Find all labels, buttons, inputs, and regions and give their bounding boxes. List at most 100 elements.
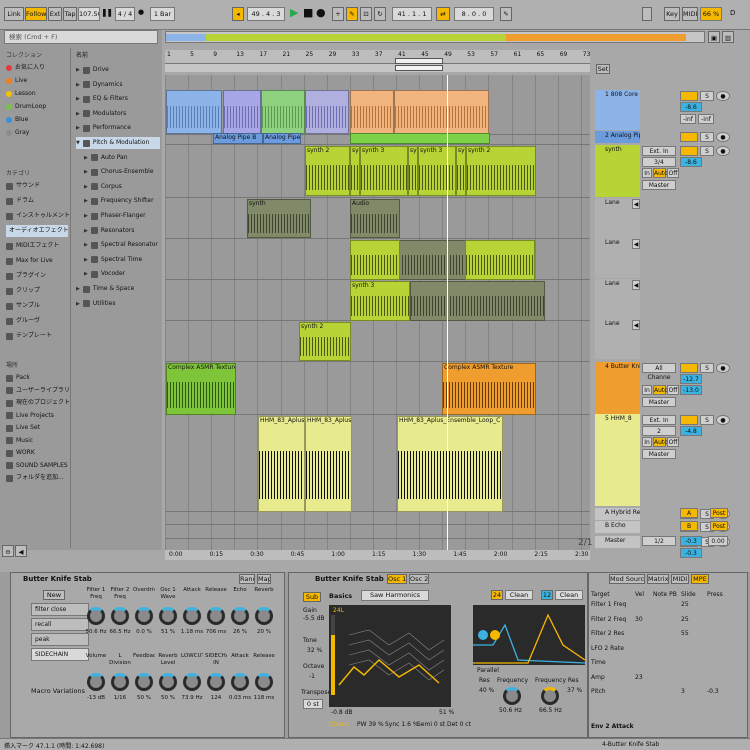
solo-button[interactable]: S — [700, 91, 714, 101]
play-icon[interactable]: ▶ — [290, 6, 298, 19]
tempo-field[interactable]: 107.50 — [78, 7, 100, 21]
clip[interactable] — [223, 90, 261, 134]
clip[interactable]: Analog Pipe Bass — [263, 133, 301, 144]
filter-display[interactable] — [473, 605, 586, 665]
volume-field[interactable]: -8.6 — [680, 102, 702, 112]
loop-button[interactable]: ⇄ — [436, 7, 450, 21]
expand-arrow-icon[interactable]: ▶ — [84, 225, 88, 237]
wavetable-display[interactable]: 24L — [329, 605, 451, 707]
clip[interactable]: HHM_83_Aplus_Es — [258, 416, 305, 512]
clip[interactable] — [166, 90, 222, 134]
input-type-select[interactable]: Ext. In — [642, 146, 676, 156]
solo-button[interactable]: S — [700, 146, 714, 156]
punch-button[interactable]: ⊡ — [360, 7, 372, 21]
browser-item[interactable]: ▶ Resonators — [84, 225, 134, 237]
arm-button[interactable]: ● — [716, 415, 730, 425]
track-activator[interactable] — [680, 132, 698, 142]
clip[interactable] — [465, 240, 535, 280]
browser-back-button[interactable]: ◀ — [15, 545, 27, 557]
res2-value[interactable]: 37 % — [567, 687, 582, 694]
clip[interactable]: synth 2 — [305, 146, 350, 196]
macro-value[interactable]: 20 % — [252, 629, 276, 635]
ext-button[interactable]: Ext — [48, 7, 62, 21]
solo-button[interactable]: S — [700, 363, 714, 373]
pencil-button[interactable]: ✎ — [500, 7, 512, 21]
browser-item[interactable]: ▶ Drive — [76, 64, 109, 76]
macro-knob[interactable] — [255, 673, 273, 691]
track-header[interactable]: 5 HHM_8 — [595, 414, 640, 506]
expand-arrow-icon[interactable]: ▼ — [76, 137, 80, 149]
browser-item[interactable]: ▶ Frequency Shifter — [84, 195, 154, 207]
macro-value[interactable]: 118 ms — [252, 695, 276, 701]
clip[interactable]: synth 3 — [350, 281, 410, 321]
set-button[interactable]: Set — [596, 64, 610, 74]
det-value[interactable]: Det 0 ct — [447, 721, 471, 728]
semi-value[interactable]: Semi 0 st — [417, 721, 445, 728]
browser-item[interactable]: ▶ Modulators — [76, 108, 126, 120]
mpe-vel[interactable]: 30 — [635, 616, 643, 623]
freq2-knob[interactable] — [541, 687, 559, 705]
overview-button-2[interactable]: ▥ — [722, 31, 734, 43]
draw-mode-button[interactable]: ✎ — [346, 7, 358, 21]
collection-item[interactable]: Blue — [6, 114, 28, 126]
category-item[interactable]: オーディオエフェクト — [6, 225, 69, 237]
filter1-on[interactable]: 24 — [491, 590, 503, 600]
arm-button[interactable]: ● — [716, 132, 730, 142]
browser-item[interactable]: ▶ EQ & Filters — [76, 93, 128, 105]
clip[interactable]: synth 2 — [466, 146, 536, 196]
filter2-on[interactable]: 12 — [541, 590, 553, 600]
clip[interactable] — [394, 90, 489, 134]
metronome-dot-icon[interactable]: ● — [138, 8, 144, 16]
mod-tab[interactable]: MPE — [691, 574, 709, 584]
post-button[interactable]: Post — [710, 508, 728, 518]
master-pan-field[interactable]: 0.00 — [708, 536, 728, 546]
collection-item[interactable]: Lesson — [6, 88, 36, 100]
clip[interactable]: sy — [350, 146, 360, 196]
clip[interactable] — [350, 240, 400, 280]
place-item[interactable]: Music — [6, 435, 33, 447]
rand-button[interactable]: Rand — [239, 574, 255, 584]
return-button[interactable]: A — [680, 508, 698, 518]
browser-item[interactable]: ▶ Vocoder — [84, 268, 125, 280]
clip[interactable] — [261, 90, 305, 134]
monitor-off-button[interactable]: Off — [667, 437, 679, 447]
freq2-value[interactable]: 66.5 Hz — [539, 707, 562, 714]
follow-button[interactable]: Follow — [25, 7, 47, 21]
collection-item[interactable]: DrumLoop — [6, 101, 46, 113]
expand-arrow-icon[interactable]: ▶ — [84, 210, 88, 222]
lane-toggle[interactable]: ◀ — [632, 239, 640, 249]
harmonics-select[interactable]: Saw Harmonics — [361, 590, 429, 601]
macro-knob[interactable] — [111, 673, 129, 691]
transpose-field[interactable]: 0 st — [303, 699, 323, 709]
expand-arrow-icon[interactable]: ▶ — [76, 64, 80, 76]
track-activator[interactable] — [680, 363, 698, 373]
pw-value[interactable]: PW 39 % — [357, 721, 384, 728]
expand-arrow-icon[interactable]: ▶ — [76, 79, 80, 91]
macro-knob[interactable] — [231, 673, 249, 691]
new-variation-button[interactable]: New — [43, 590, 65, 600]
osc1-tab[interactable]: Osc 1 — [387, 574, 407, 584]
macro-value[interactable]: -13 dB — [84, 695, 108, 701]
stop-icon[interactable]: ■ — [303, 6, 313, 19]
expand-arrow-icon[interactable]: ▶ — [84, 239, 88, 251]
macro-value[interactable]: 50 % — [132, 695, 156, 701]
category-item[interactable]: クリップ — [6, 285, 40, 297]
category-item[interactable]: MIDIエフェクト — [6, 240, 59, 252]
mod-tab[interactable]: Mod Sources — [609, 574, 645, 584]
macro-knob[interactable] — [135, 673, 153, 691]
expand-arrow-icon[interactable]: ▶ — [84, 152, 88, 164]
classic-select[interactable]: Classic — [329, 721, 350, 728]
send-a-field[interactable]: -inf — [680, 114, 696, 124]
macro-value[interactable]: 0.0 % — [132, 629, 156, 635]
clip[interactable]: synth 3 — [418, 146, 456, 196]
input-channel-select[interactable]: 3/4 — [642, 157, 676, 167]
arrangement-lanes[interactable]: Analog Pipe BAnalog Pipe BassAlAnalsynth… — [165, 75, 590, 551]
place-item[interactable]: ユーザーライブラリ — [6, 385, 70, 397]
scroll-bar[interactable] — [165, 64, 590, 72]
monitor-off-button[interactable]: Off — [667, 168, 679, 178]
browser-item[interactable]: ▼ Pitch & Modulation — [76, 137, 160, 149]
monitor-in-button[interactable]: In — [642, 168, 652, 178]
variation-item[interactable]: filter close — [31, 603, 89, 616]
macro-knob[interactable] — [207, 673, 225, 691]
loop-switch-button[interactable]: ↻ — [374, 7, 386, 21]
